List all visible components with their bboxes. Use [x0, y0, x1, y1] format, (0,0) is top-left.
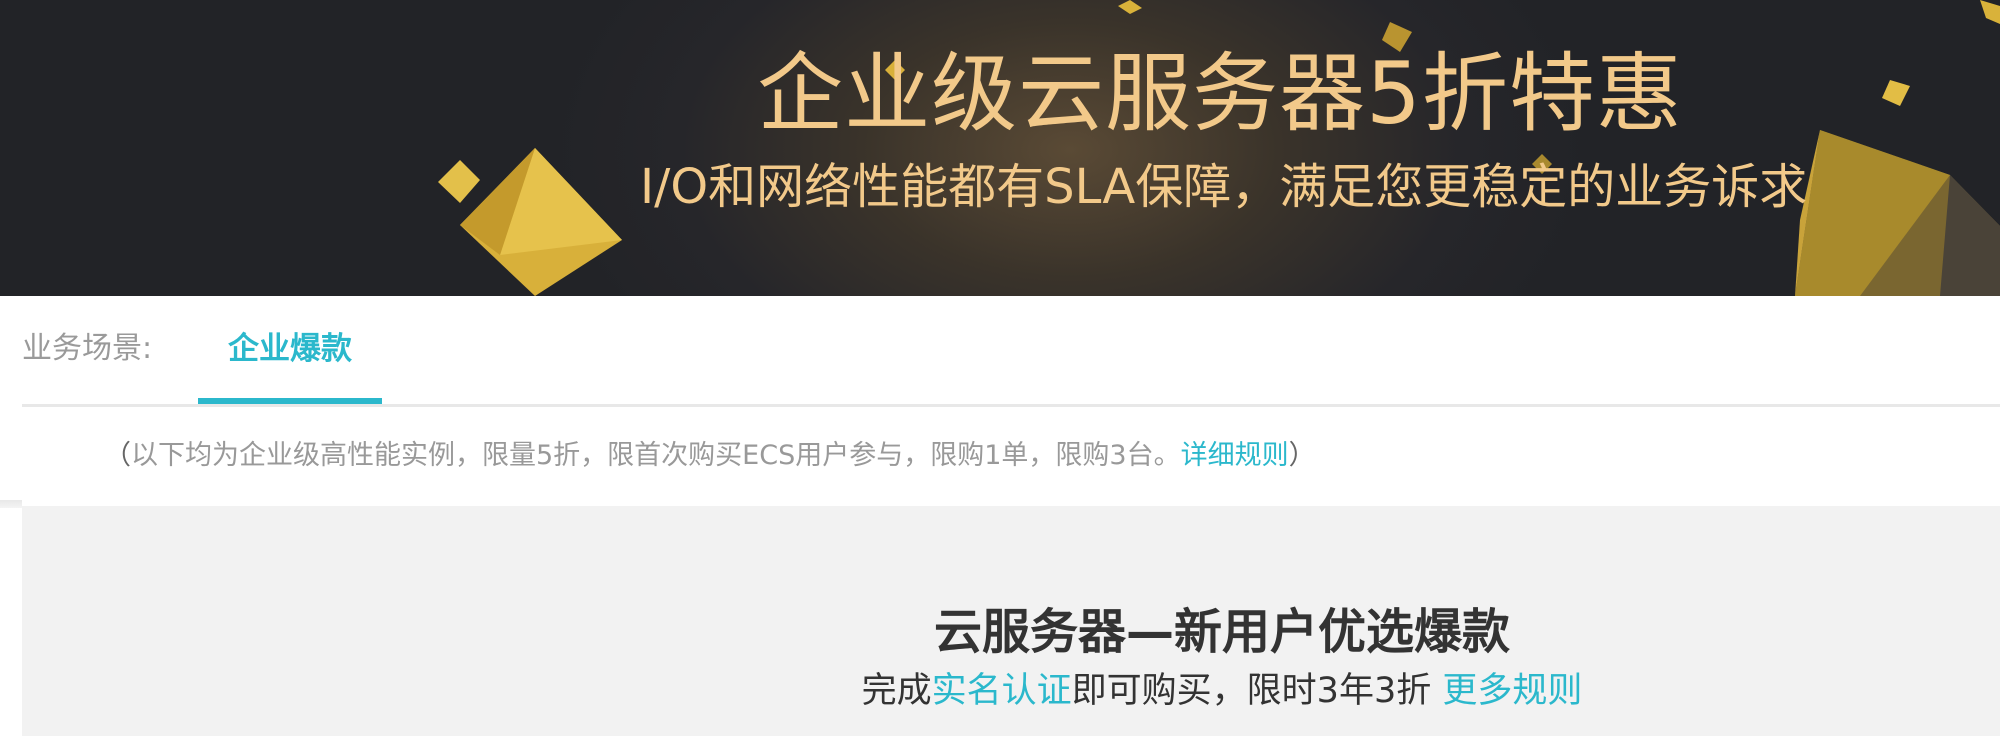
more-rules-link[interactable]: 更多规则: [1442, 671, 1582, 711]
note-open-paren: （: [104, 440, 131, 471]
tab-enterprise-hot[interactable]: 企业爆款: [198, 296, 382, 404]
detailed-rules-link[interactable]: 详细规则: [1181, 440, 1289, 471]
note-close-paren: ）: [1288, 440, 1316, 471]
product-section: 云服务器—新用户优选爆款 完成实名认证即可购买，限时3年3折 更多规则: [22, 506, 2000, 736]
banner-title: 企业级云服务器5折特惠: [757, 44, 1683, 144]
tab-label: 企业爆款: [228, 331, 352, 367]
scenario-tabs: 业务场景: 企业爆款: [0, 296, 2000, 407]
content-edge: [0, 500, 22, 508]
promo-banner: 企业级云服务器5折特惠 I/O和网络性能都有SLA保障，满足您更稳定的业务诉求: [0, 0, 2000, 296]
tabs-divider: [22, 404, 2000, 407]
section-subtitle: 完成实名认证即可购买，限时3年3折 更多规则: [22, 666, 2000, 716]
sub-prefix: 完成: [861, 671, 932, 711]
tabs-label: 业务场景:: [22, 331, 153, 366]
sub-middle: 即可购买，限时3年3折: [1071, 671, 1443, 711]
promo-note: （以下均为企业级高性能实例，限量5折，限首次购买ECS用户参与，限购1单，限购3…: [104, 436, 1316, 476]
real-name-auth-link[interactable]: 实名认证: [932, 671, 1072, 711]
note-text: 以下均为企业级高性能实例，限量5折，限首次购买ECS用户参与，限购1单，限购3台…: [131, 440, 1181, 471]
promo-note-row: （以下均为企业级高性能实例，限量5折，限首次购买ECS用户参与，限购1单，限购3…: [0, 410, 2000, 506]
section-title: 云服务器—新用户优选爆款: [933, 604, 1510, 660]
banner-subtitle: I/O和网络性能都有SLA保障，满足您更稳定的业务诉求: [640, 159, 1808, 215]
